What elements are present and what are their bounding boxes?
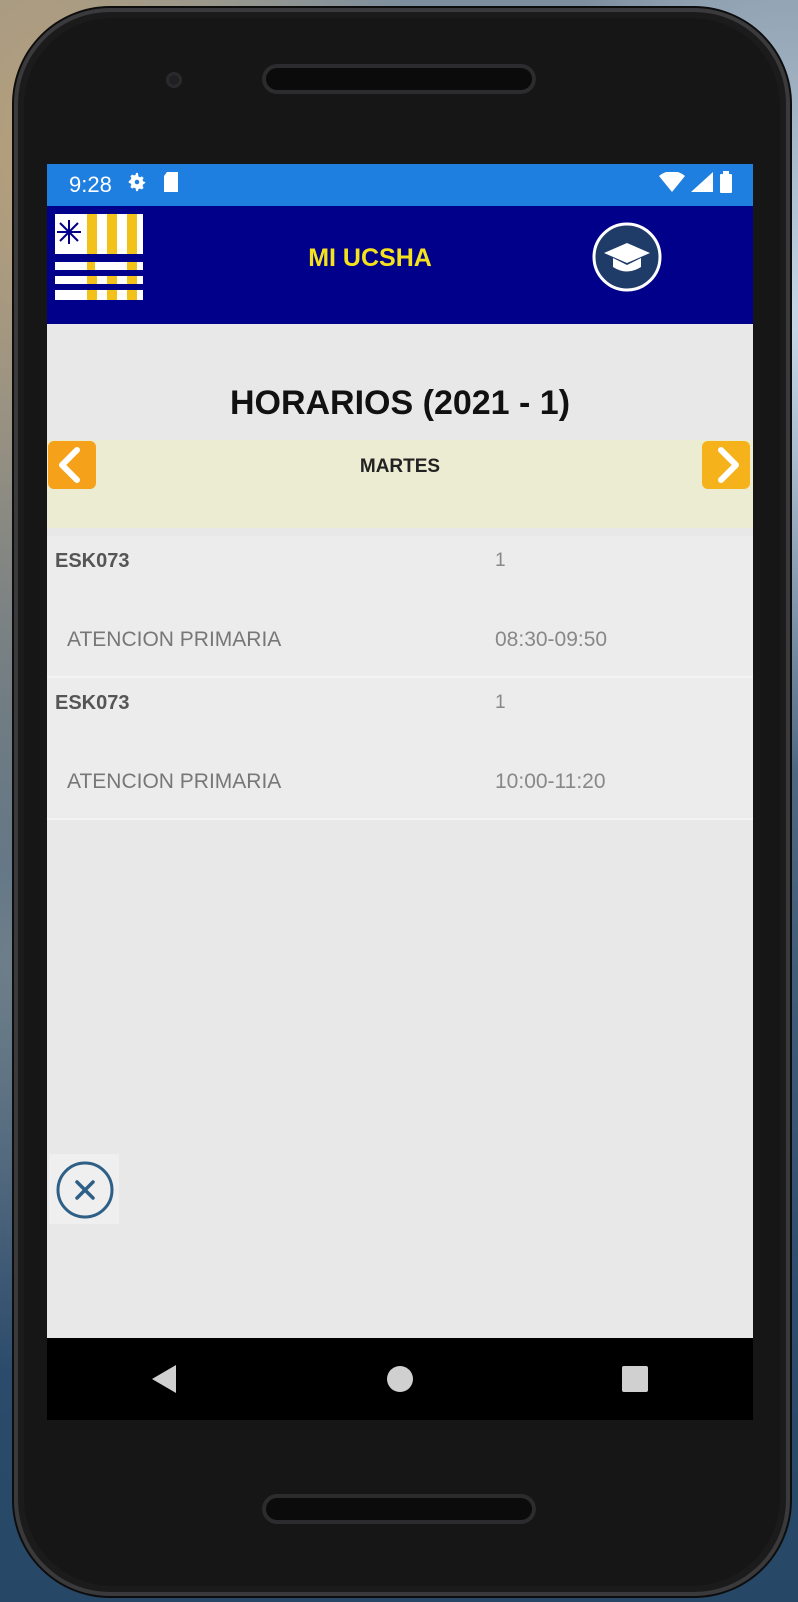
list-item[interactable]: ESK073 1 ATENCION PRIMARIA 10:00-11:20 <box>47 678 753 820</box>
status-bar: 9:28 <box>47 164 753 206</box>
system-nav-bar <box>47 1338 753 1420</box>
signal-icon <box>691 172 713 198</box>
close-button[interactable] <box>49 1154 119 1224</box>
bottom-speaker <box>262 1494 536 1524</box>
top-speaker <box>262 64 536 94</box>
home-icon[interactable] <box>370 1349 430 1409</box>
schedule-list: ESK073 1 ATENCION PRIMARIA 08:30-09:50 E… <box>47 536 753 820</box>
battery-icon <box>719 171 733 199</box>
course-time: 10:00-11:20 <box>495 770 606 793</box>
back-icon[interactable] <box>135 1349 195 1409</box>
close-circle-icon <box>56 1161 114 1219</box>
app-bar: MI UCSHA <box>47 206 753 324</box>
status-indicators <box>659 171 733 199</box>
wifi-icon <box>659 171 685 198</box>
course-code: ESK073 <box>55 550 130 572</box>
course-name: ATENCION PRIMARIA <box>67 628 282 651</box>
phone-screen: 9:28 MI UCSHA HORARIOS (2021 - 1) MARTES… <box>47 164 753 1420</box>
course-group: 1 <box>495 692 506 713</box>
settings-icon <box>126 171 148 199</box>
sd-card-icon <box>162 171 180 199</box>
day-label: MARTES <box>359 456 441 477</box>
course-code: ESK073 <box>55 692 130 714</box>
day-selector: MARTES <box>47 440 753 528</box>
list-item[interactable]: ESK073 1 ATENCION PRIMARIA 08:30-09:50 <box>47 536 753 678</box>
graduation-cap-icon[interactable] <box>592 222 662 292</box>
course-group: 1 <box>495 550 506 571</box>
chevron-right-icon[interactable] <box>701 440 751 490</box>
front-camera <box>166 72 182 88</box>
course-name: ATENCION PRIMARIA <box>67 770 282 793</box>
page-title: HORARIOS (2021 - 1) <box>229 384 571 422</box>
status-time: 9:28 <box>69 172 112 197</box>
recents-icon[interactable] <box>605 1349 665 1409</box>
course-time: 08:30-09:50 <box>495 628 608 651</box>
